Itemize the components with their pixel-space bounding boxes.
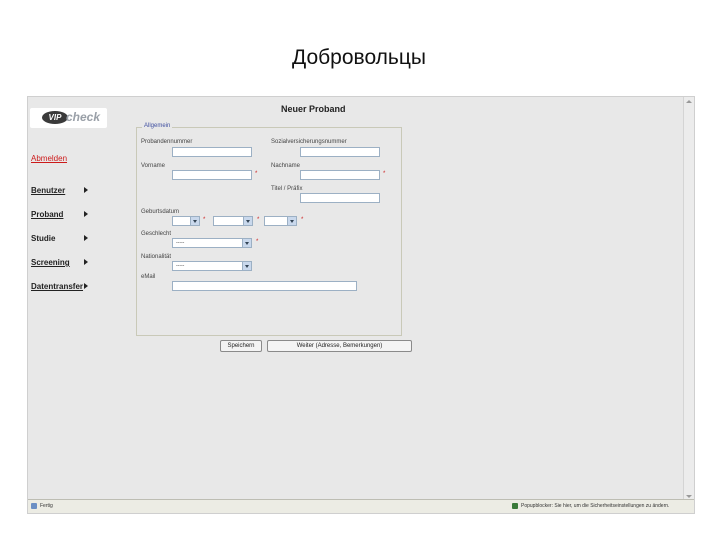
chevron-down-icon <box>287 217 296 225</box>
probandennummer-input[interactable] <box>172 147 252 157</box>
chevron-down-icon <box>190 217 199 225</box>
nationalitaet-selected: ----- <box>176 263 185 269</box>
vipcheck-logo: VIP check <box>30 108 107 128</box>
vorname-label: Vorname <box>141 163 166 169</box>
chevron-right-icon <box>84 187 88 193</box>
titel-label: Titel / Präfix <box>271 186 303 192</box>
chevron-down-icon <box>243 217 252 225</box>
nav-item-benutzer[interactable]: Benutzer <box>31 186 65 195</box>
geschlecht-select[interactable]: ----- <box>172 238 252 248</box>
chevron-down-icon <box>242 262 251 270</box>
chevron-down-icon <box>242 239 251 247</box>
nachname-required-mark: * <box>383 171 386 177</box>
security-icon <box>512 503 518 509</box>
email-label: eMail <box>141 274 156 280</box>
scroll-up-icon[interactable] <box>686 100 692 103</box>
sozialversicherungsnummer-label: Sozialversicherungsnummer <box>271 139 347 145</box>
next-button[interactable]: Weiter (Adresse, Bemerkungen) <box>267 340 412 352</box>
status-left-text: Fertig <box>40 503 53 509</box>
vorname-required-mark: * <box>255 171 258 177</box>
nachname-label: Nachname <box>271 163 301 169</box>
chevron-right-icon <box>84 235 88 241</box>
logo-wordmark: check <box>66 110 101 124</box>
vorname-input[interactable] <box>172 170 252 180</box>
slide-title: Добровольцы <box>292 46 426 69</box>
geschlecht-label: Geschlecht <box>141 231 172 237</box>
status-right-text[interactable]: Popupblocker: Sie hier, um die Sicherhei… <box>521 503 669 509</box>
titel-input[interactable] <box>300 193 380 203</box>
nationalitaet-label: Nationalität <box>141 254 172 260</box>
nav-item-screening[interactable]: Screening <box>31 258 70 267</box>
nav-item-datentransfer[interactable]: Datentransfer <box>31 282 83 291</box>
chevron-right-icon <box>84 283 88 289</box>
chevron-right-icon <box>84 259 88 265</box>
browser-screenshot: VIP check Abmelden Benutzer Proband Stud… <box>27 96 695 514</box>
email-input[interactable] <box>172 281 357 291</box>
page-icon <box>31 503 37 509</box>
nationalitaet-select[interactable]: ----- <box>172 261 252 271</box>
sozialversicherungsnummer-input[interactable] <box>300 147 380 157</box>
birth-month-select[interactable] <box>213 216 253 226</box>
birth-day-select[interactable] <box>172 216 200 226</box>
vertical-scrollbar[interactable] <box>683 97 694 501</box>
probandennummer-label: Probandennummer <box>141 139 193 145</box>
geschlecht-required-mark: * <box>256 239 259 245</box>
scroll-down-icon[interactable] <box>686 495 692 498</box>
nav-item-studie[interactable]: Studie <box>31 234 55 243</box>
chevron-right-icon <box>84 211 88 217</box>
nav-item-proband[interactable]: Proband <box>31 210 63 219</box>
logout-link[interactable]: Abmelden <box>31 154 67 163</box>
fieldset-legend: Allgemein <box>142 123 173 129</box>
status-bar: Fertig Popupblocker: Sie hier, um die Si… <box>28 499 694 513</box>
save-button[interactable]: Speichern <box>220 340 262 352</box>
geburtsdatum-required-mark: * <box>257 217 260 223</box>
general-fieldset <box>136 127 402 336</box>
geburtsdatum-required-mark: * <box>203 217 206 223</box>
geschlecht-selected: ----- <box>176 240 185 246</box>
birth-year-select[interactable] <box>264 216 297 226</box>
geburtsdatum-label: Geburtsdatum <box>141 209 180 215</box>
page-title: Neuer Proband <box>281 104 346 114</box>
logo-mark: VIP <box>42 111 68 124</box>
geburtsdatum-required-mark: * <box>301 217 304 223</box>
nachname-input[interactable] <box>300 170 380 180</box>
